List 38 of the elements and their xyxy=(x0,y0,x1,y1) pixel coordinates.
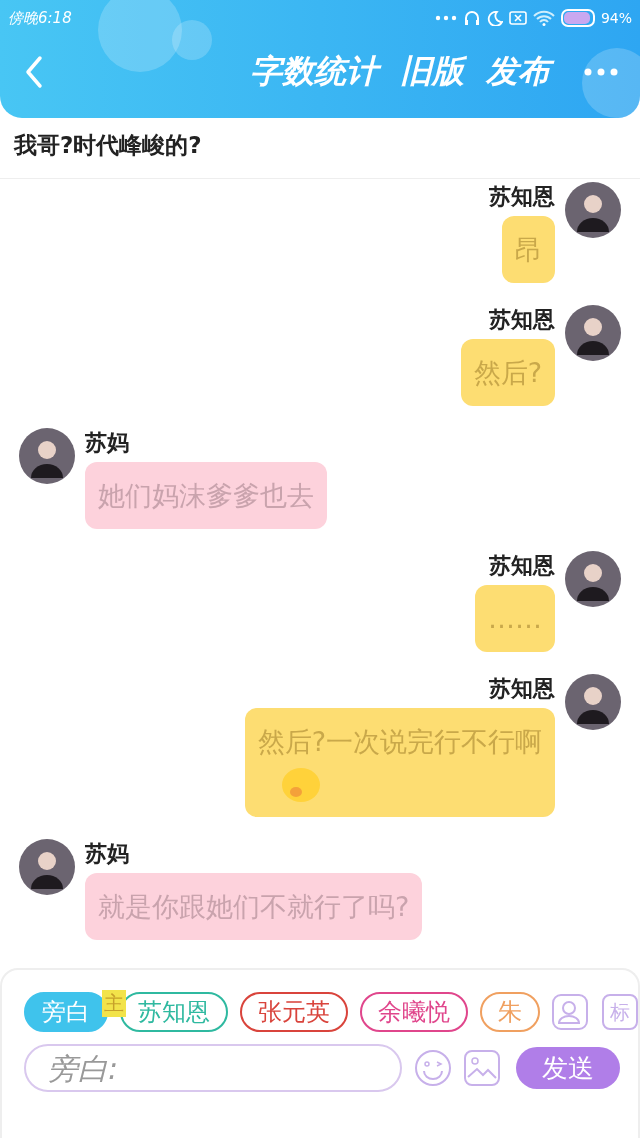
header-action-button[interactable]: 发布 xyxy=(486,50,556,94)
moon-icon xyxy=(486,10,503,26)
header-action-button[interactable]: 字数统计 xyxy=(250,50,384,94)
battery-icon xyxy=(560,9,595,27)
tag-button[interactable]: 标 xyxy=(602,994,638,1030)
quoted-text: 我哥?时代峰峻的? xyxy=(0,118,640,179)
wifi-icon xyxy=(532,10,555,26)
avatar xyxy=(565,674,621,730)
sender-name: 苏知恩 xyxy=(489,306,555,334)
message-input[interactable]: 旁白: xyxy=(24,1044,402,1092)
signal-dots-icon xyxy=(434,14,457,22)
message-text: …… xyxy=(488,602,542,636)
decoration-circle xyxy=(582,48,640,118)
sim-off-icon xyxy=(508,11,527,25)
header-action-button[interactable]: 旧版 xyxy=(400,50,470,94)
back-icon[interactable] xyxy=(24,55,44,89)
status-time: 傍晚6:18 xyxy=(8,8,72,28)
avatar xyxy=(565,305,621,361)
image-icon[interactable] xyxy=(464,1050,500,1086)
avatar xyxy=(19,839,75,895)
sender-name: 苏知恩 xyxy=(489,183,555,211)
role-chip[interactable]: 余曦悦 xyxy=(360,992,468,1032)
avatar xyxy=(565,182,621,238)
send-button[interactable]: 发送 xyxy=(516,1047,620,1089)
sender-name: 苏妈 xyxy=(85,840,129,868)
role-chip[interactable]: 朱 xyxy=(480,992,540,1032)
avatar xyxy=(565,551,621,607)
headphones-icon xyxy=(462,9,481,27)
sender-name: 苏知恩 xyxy=(489,675,555,703)
avatar xyxy=(19,428,75,484)
more-icon[interactable] xyxy=(584,68,618,76)
sender-name: 苏知恩 xyxy=(489,552,555,580)
role-chip[interactable]: 张元英 xyxy=(240,992,348,1032)
sender-name: 苏妈 xyxy=(85,429,129,457)
person-icon[interactable] xyxy=(552,994,588,1030)
emoji-button-icon[interactable] xyxy=(414,1049,452,1087)
battery-percentage: 94% xyxy=(600,10,632,26)
role-badge: 主 xyxy=(102,990,126,1017)
